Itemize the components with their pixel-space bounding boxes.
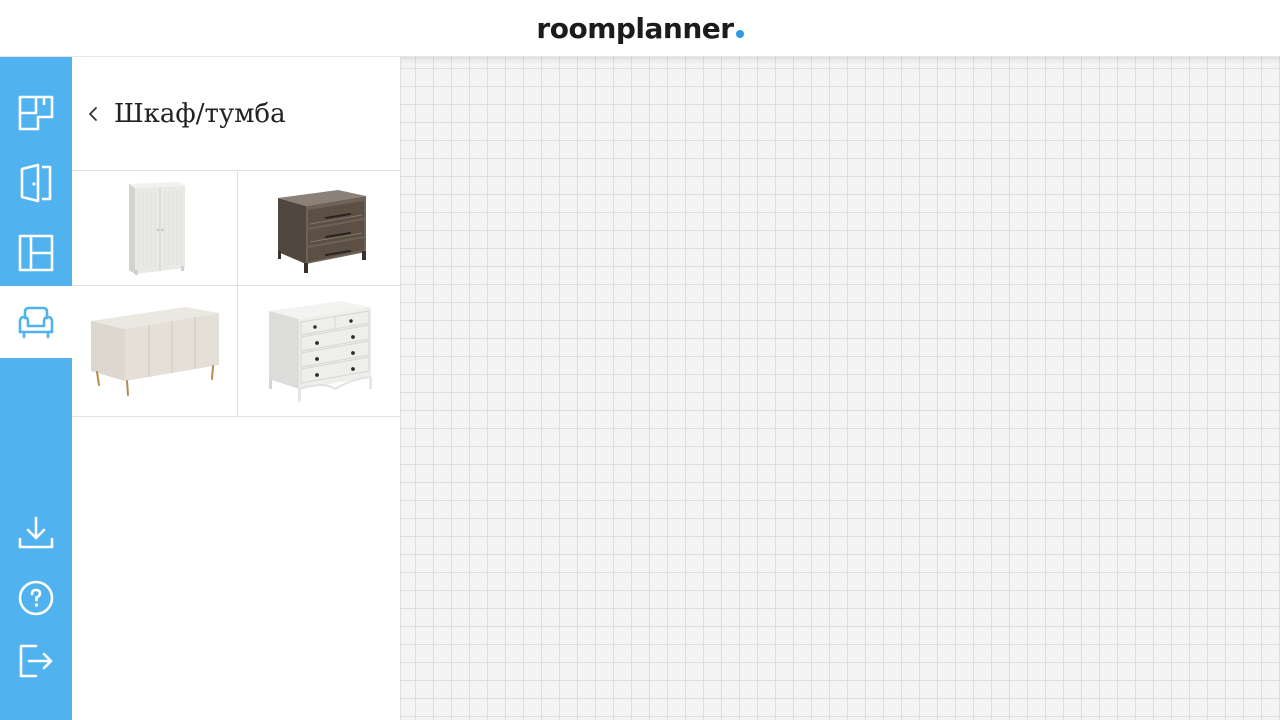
floorplan-canvas[interactable]	[401, 57, 1280, 720]
wooden-chest-thumbnail	[277, 190, 366, 273]
logout-button[interactable]	[0, 625, 72, 697]
download-icon	[18, 516, 54, 549]
catalog-panel: Шкаф/тумба	[72, 57, 401, 720]
tool-rail	[0, 57, 72, 720]
logout-icon	[19, 644, 53, 678]
app-logo[interactable]: roomplanner	[536, 11, 744, 45]
white-chest-thumbnail	[268, 301, 372, 402]
catalog-item-beige-sideboard[interactable]	[72, 286, 238, 417]
panel-title: Шкаф/тумба	[114, 98, 286, 129]
help-button[interactable]	[0, 562, 72, 634]
catalog-item-white-chest[interactable]	[238, 286, 401, 417]
top-bar: roomplanner	[0, 0, 1280, 57]
window-tool-button[interactable]	[0, 217, 72, 289]
panel-header: Шкаф/тумба	[72, 57, 400, 171]
floorplan-tool-button[interactable]	[0, 77, 72, 149]
logo-text: roomplanner	[536, 11, 734, 45]
download-button[interactable]	[0, 499, 72, 571]
catalog-item-white-wardrobe[interactable]	[72, 171, 238, 286]
catalog-item-wooden-chest[interactable]	[238, 171, 401, 286]
furniture-tool-button[interactable]	[0, 286, 72, 358]
white-wardrobe-thumbnail	[128, 182, 185, 275]
logo-dot	[735, 29, 744, 38]
window-icon	[18, 234, 54, 272]
armchair-icon	[18, 306, 54, 339]
beige-sideboard-thumbnail	[90, 307, 219, 396]
catalog-grid	[72, 171, 401, 417]
door-tool-button[interactable]	[0, 147, 72, 219]
floorplan-icon	[18, 95, 54, 131]
chevron-left-icon[interactable]	[86, 104, 100, 124]
door-icon	[20, 163, 52, 203]
help-icon	[18, 580, 54, 616]
